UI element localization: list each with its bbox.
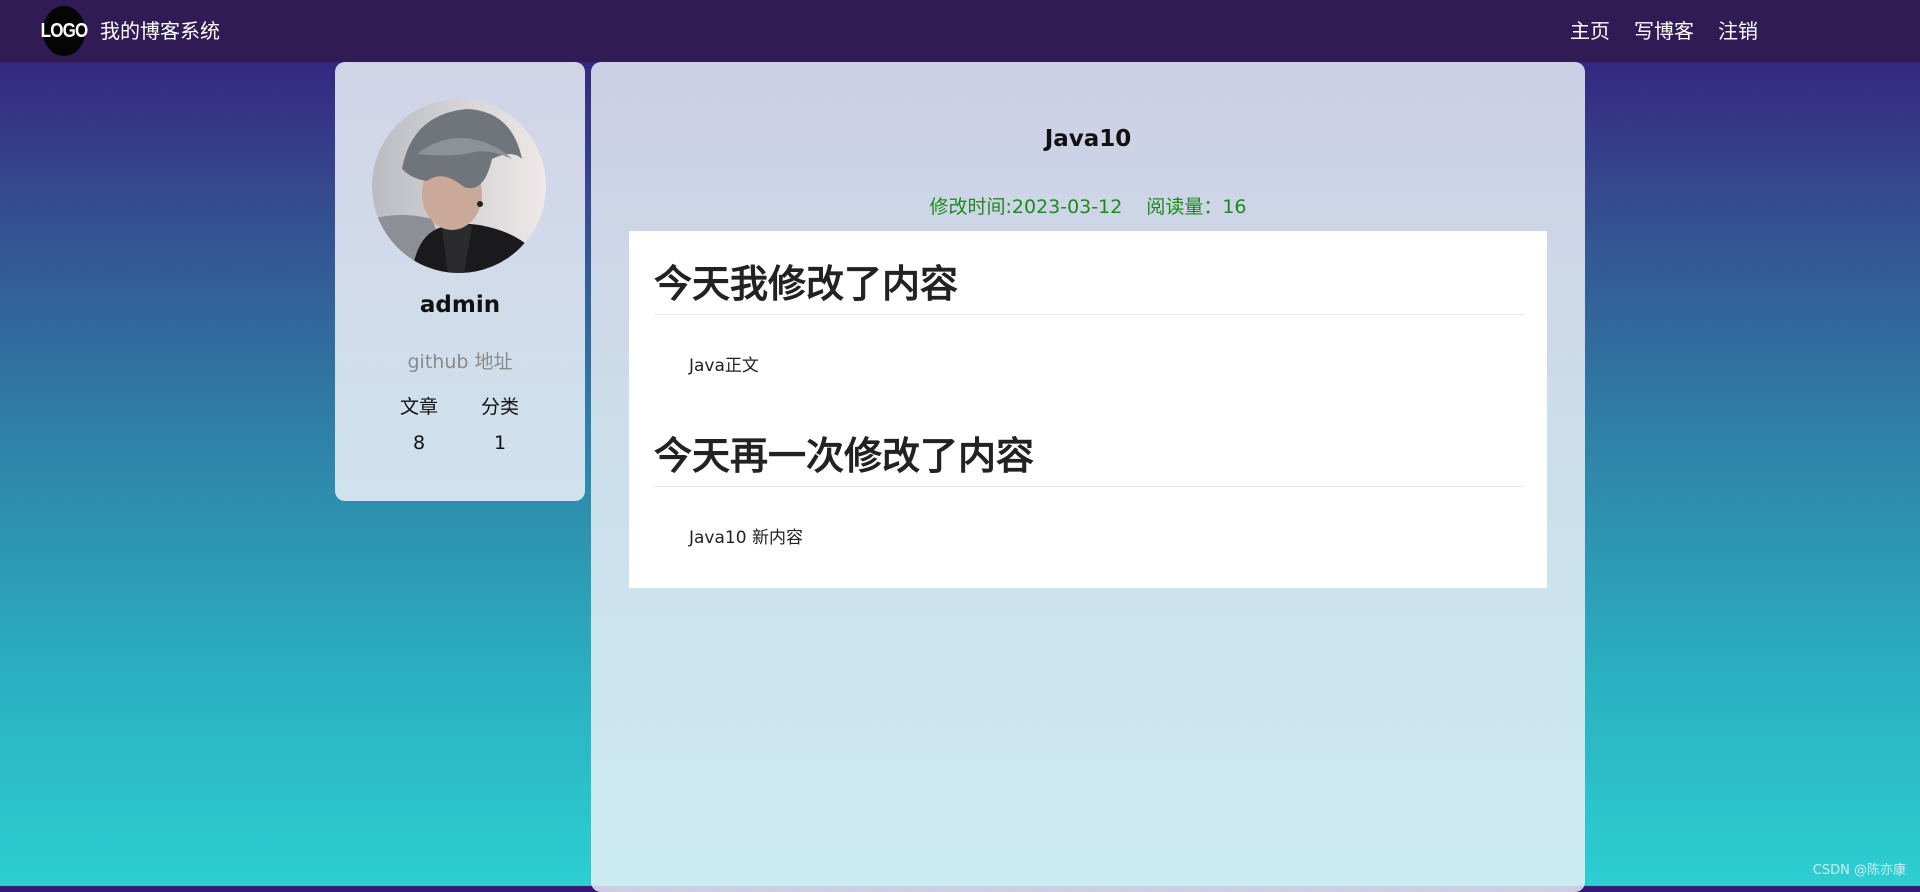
read-count: 阅读量：16 — [1146, 196, 1247, 218]
nav-link-logout[interactable]: 注销 — [1718, 16, 1758, 46]
nav-link-home[interactable]: 主页 — [1570, 16, 1610, 46]
articles-count: 8 — [412, 432, 426, 454]
nav-link-write-blog[interactable]: 写博客 — [1634, 16, 1694, 46]
username: admin — [419, 292, 501, 318]
content-paragraph: Java正文 — [689, 356, 759, 376]
content-heading: 今天我修改了内容 — [654, 253, 1524, 315]
article-meta: 修改时间:2023-03-12 阅读量：16 — [591, 192, 1585, 219]
categories-count: 1 — [493, 432, 507, 454]
categories-label: 分类 — [480, 396, 519, 418]
top-navbar: LOGO 我的博客系统 主页 写博客 注销 — [0, 0, 1920, 62]
site-title: 我的博客系统 — [100, 19, 220, 43]
article-card: Java10 修改时间:2023-03-12 阅读量：16 今天我修改了内容 Ja… — [591, 62, 1585, 892]
modified-time: 修改时间:2023-03-12 — [929, 196, 1123, 218]
avatar — [372, 99, 546, 273]
content-heading: 今天再一次修改了内容 — [654, 425, 1524, 487]
content-paragraph: Java10 新内容 — [689, 528, 803, 548]
nav-links: 主页 写博客 注销 — [1570, 16, 1782, 46]
article-content: 今天我修改了内容 Java正文 今天再一次修改了内容 Java10 新内容 — [629, 231, 1547, 588]
github-link[interactable]: github 地址 — [335, 347, 585, 374]
profile-card: admin github 地址 文章 分类 8 1 — [335, 62, 585, 501]
article-title: Java10 — [1044, 126, 1132, 152]
articles-label: 文章 — [399, 396, 438, 418]
logo[interactable]: LOGO — [41, 6, 88, 56]
watermark: CSDN @陈亦康 — [1812, 863, 1906, 878]
